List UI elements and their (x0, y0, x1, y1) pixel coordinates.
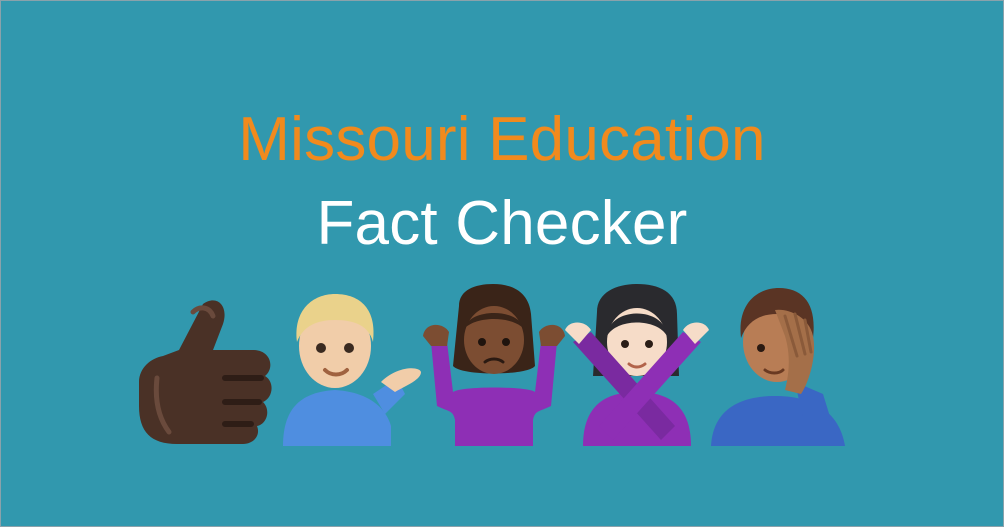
person-shrugging-icon (419, 284, 569, 446)
title-line-missouri-education: Missouri Education (238, 105, 766, 174)
person-tipping-hand-icon (273, 286, 423, 446)
emoji-row (1, 284, 1003, 446)
banner-card: Missouri Education Fact Checker (0, 0, 1004, 527)
person-gesturing-no-icon (563, 284, 711, 446)
person-facepalming-icon (705, 286, 855, 446)
title-line-fact-checker: Fact Checker (316, 189, 688, 258)
thumbs-up-icon (133, 286, 273, 446)
